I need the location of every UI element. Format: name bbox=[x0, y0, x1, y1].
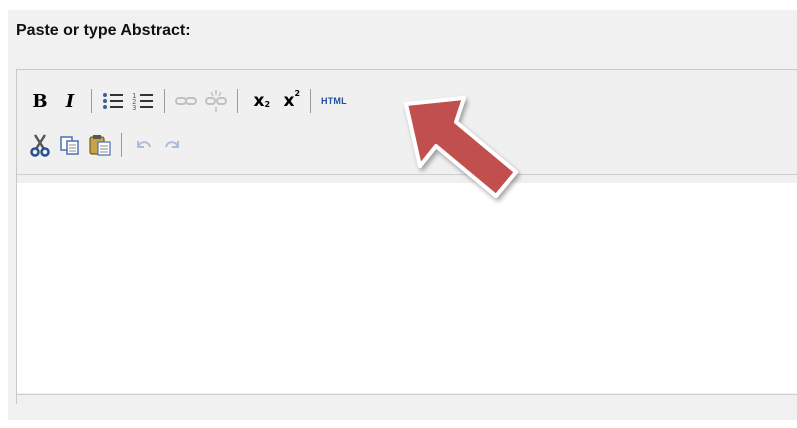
copy-icon bbox=[60, 136, 79, 155]
bulleted-list-icon bbox=[103, 93, 123, 109]
toolbar-row-1: B I 1 2 3 x 2 x 2 HTML bbox=[27, 86, 353, 116]
html-icon: HTML bbox=[321, 96, 347, 106]
link-icon bbox=[175, 97, 197, 105]
subscript-button[interactable]: x2 bbox=[246, 88, 272, 114]
remove-link-button[interactable] bbox=[203, 88, 229, 114]
redo-button[interactable] bbox=[160, 132, 186, 158]
editor-status-bar bbox=[17, 394, 797, 404]
rich-text-editor: B I 1 2 3 x 2 x 2 HTML bbox=[16, 69, 797, 404]
italic-icon: I bbox=[65, 90, 75, 112]
toolbar-separator bbox=[164, 89, 165, 113]
scissors-icon bbox=[30, 134, 50, 157]
svg-text:3: 3 bbox=[132, 104, 136, 111]
superscript-button[interactable]: x2 bbox=[276, 88, 302, 114]
toolbar-row-2 bbox=[27, 130, 190, 160]
undo-button[interactable] bbox=[130, 132, 156, 158]
italic-button[interactable]: I bbox=[57, 88, 83, 114]
numbered-list-icon: 1 2 3 bbox=[132, 92, 153, 111]
insert-link-button[interactable] bbox=[173, 88, 199, 114]
bulleted-list-button[interactable] bbox=[100, 88, 126, 114]
copy-button[interactable] bbox=[57, 132, 83, 158]
editor-toolbar: B I 1 2 3 x 2 x 2 HTML bbox=[17, 70, 797, 175]
abstract-editor-area[interactable] bbox=[17, 183, 797, 393]
toolbar-separator bbox=[237, 89, 238, 113]
cut-button[interactable] bbox=[27, 132, 53, 158]
paste-button[interactable] bbox=[87, 132, 113, 158]
abstract-field-label: Paste or type Abstract: bbox=[16, 22, 191, 39]
toolbar-separator bbox=[91, 89, 92, 113]
subscript-icon: x2 bbox=[253, 91, 271, 111]
undo-icon bbox=[137, 141, 151, 148]
numbered-list-button[interactable]: 1 2 3 bbox=[130, 88, 156, 114]
bold-icon: B bbox=[32, 90, 48, 112]
bold-button[interactable]: B bbox=[27, 88, 53, 114]
toolbar-separator bbox=[310, 89, 311, 113]
toolbar-separator bbox=[121, 133, 122, 157]
html-source-button[interactable]: HTML bbox=[319, 88, 349, 114]
clipboard-icon bbox=[89, 135, 111, 156]
redo-icon bbox=[165, 141, 179, 148]
superscript-icon: x2 bbox=[283, 89, 301, 111]
abstract-panel: Paste or type Abstract: B I 1 2 3 x 2 x … bbox=[8, 10, 797, 420]
unlink-icon bbox=[205, 90, 227, 112]
